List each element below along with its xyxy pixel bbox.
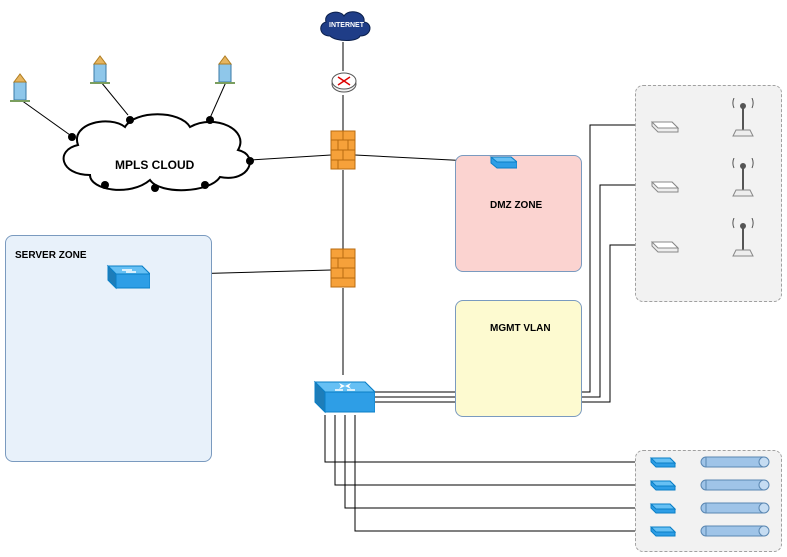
rack-server-4-icon xyxy=(700,525,770,537)
remote-site-3-icon xyxy=(213,54,237,84)
dmz-zone-label: DMZ ZONE xyxy=(490,200,542,211)
mpls-cloud xyxy=(50,105,260,195)
mpls-cloud-label: MPLS CLOUD xyxy=(115,158,194,172)
router-icon xyxy=(330,68,358,96)
dmz-switch-icon xyxy=(487,154,517,170)
network-diagram: SERVER ZONE DMZ ZONE MGMT VLAN MPLS CLOU… xyxy=(0,0,787,557)
access-point-1-icon xyxy=(728,98,758,138)
rack-switch-2-icon xyxy=(648,479,676,491)
rack-switch-4-icon xyxy=(648,525,676,537)
access-point-2-icon xyxy=(728,158,758,198)
wlc-controller-3-icon xyxy=(648,238,680,254)
remote-site-1-icon xyxy=(8,72,32,102)
access-point-3-icon xyxy=(728,218,758,258)
remote-site-2-icon xyxy=(88,54,112,84)
server-switch-icon xyxy=(100,260,150,292)
rack-server-3-icon xyxy=(700,502,770,514)
core-switch-icon xyxy=(305,372,375,417)
rack-server-2-icon xyxy=(700,479,770,491)
wlc-controller-2-icon xyxy=(648,178,680,194)
wlc-controller-1-icon xyxy=(648,118,680,134)
server-zone-label: SERVER ZONE xyxy=(15,250,87,261)
internet-label: INTERNET xyxy=(329,22,364,29)
rack-switch-3-icon xyxy=(648,502,676,514)
rack-switch-1-icon xyxy=(648,456,676,468)
rack-server-1-icon xyxy=(700,456,770,468)
firewall-top-icon xyxy=(330,130,356,170)
dmz-zone xyxy=(455,155,582,272)
firewall-bottom-icon xyxy=(330,248,356,288)
mgmt-vlan-label: MGMT VLAN xyxy=(490,323,551,334)
mgmt-vlan-zone xyxy=(455,300,582,417)
